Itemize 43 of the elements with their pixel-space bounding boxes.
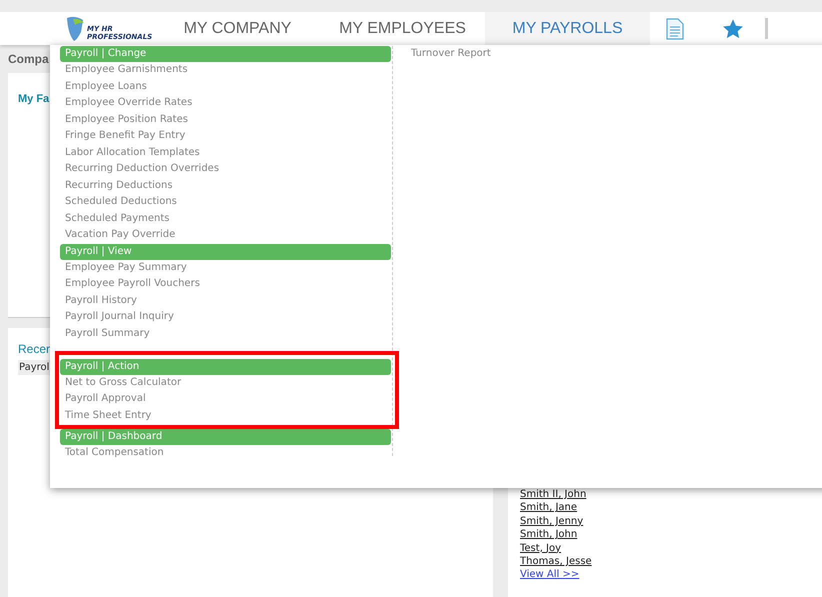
menu-item[interactable]: Total Compensation — [60, 445, 169, 462]
menu-item[interactable]: Payroll History — [60, 292, 142, 309]
employee-link[interactable]: Smith, Jane — [520, 501, 578, 515]
favorites-title: My Fa — [18, 93, 50, 105]
recent-tag: Payrol — [18, 360, 50, 375]
menu-item[interactable]: Vacation Pay Override — [60, 227, 180, 244]
document-icon[interactable] — [666, 18, 684, 40]
menu-item[interactable]: Labor Allocation Templates — [60, 144, 205, 161]
menu-item[interactable]: Employee Override Rates — [60, 95, 198, 112]
menu-item[interactable]: Employee Position Rates — [60, 112, 193, 128]
menu-item[interactable]: Payroll Journal Inquiry — [60, 309, 179, 326]
nav-tab[interactable]: MY COMPANY — [155, 12, 320, 45]
menu-item[interactable]: Employee Garnishments — [60, 62, 193, 78]
employee-link[interactable]: Test, Joy — [520, 542, 562, 556]
employee-link[interactable]: Smith, Jenny — [520, 514, 584, 528]
nav-tab[interactable]: MY PAYROLLS — [485, 12, 650, 45]
menu-group-header: Payroll | View — [60, 244, 391, 260]
view-all-link[interactable]: View All >> — [520, 568, 580, 582]
menu-item[interactable]: Recurring Deductions — [60, 178, 178, 194]
menu-item[interactable]: Payroll Approval — [60, 391, 151, 408]
menu-group-header: Payroll | Action — [60, 358, 391, 374]
menu-item[interactable]: Fringe Benefit Pay Entry — [60, 128, 190, 144]
menu-group-header: Payroll | Change — [60, 46, 391, 62]
shield-logo-icon — [65, 16, 85, 42]
menu-item[interactable]: Employee Loans — [60, 78, 152, 95]
menu-item[interactable]: Employee Payroll Vouchers — [60, 276, 205, 292]
menu-item[interactable]: Payroll Summary — [60, 326, 155, 342]
employee-link[interactable]: Smith, John — [520, 528, 578, 542]
divider-bar — [765, 18, 768, 39]
menu-item[interactable]: Scheduled Deductions — [60, 194, 182, 210]
menu-item[interactable]: Employee Pay Summary — [60, 260, 192, 276]
nav-tab[interactable]: MY EMPLOYEES — [320, 12, 485, 45]
employee-link[interactable]: Thomas, Jesse — [520, 555, 592, 568]
menu-item[interactable]: Turnover Report — [411, 46, 491, 62]
star-icon[interactable] — [722, 18, 744, 40]
menu-item[interactable]: Recurring Deduction Overrides — [60, 161, 224, 178]
recent-title: Recer — [18, 341, 50, 358]
employee-link[interactable]: Smith II, John — [520, 488, 586, 502]
menu-group-header: Payroll | Dashboard — [60, 429, 391, 445]
menu-item[interactable]: Time Sheet Entry — [60, 408, 156, 424]
menu-item[interactable]: Net to Gross Calculator — [60, 374, 186, 391]
section-title: Compa — [8, 51, 49, 68]
menu-item[interactable]: Scheduled Payments — [60, 210, 174, 227]
